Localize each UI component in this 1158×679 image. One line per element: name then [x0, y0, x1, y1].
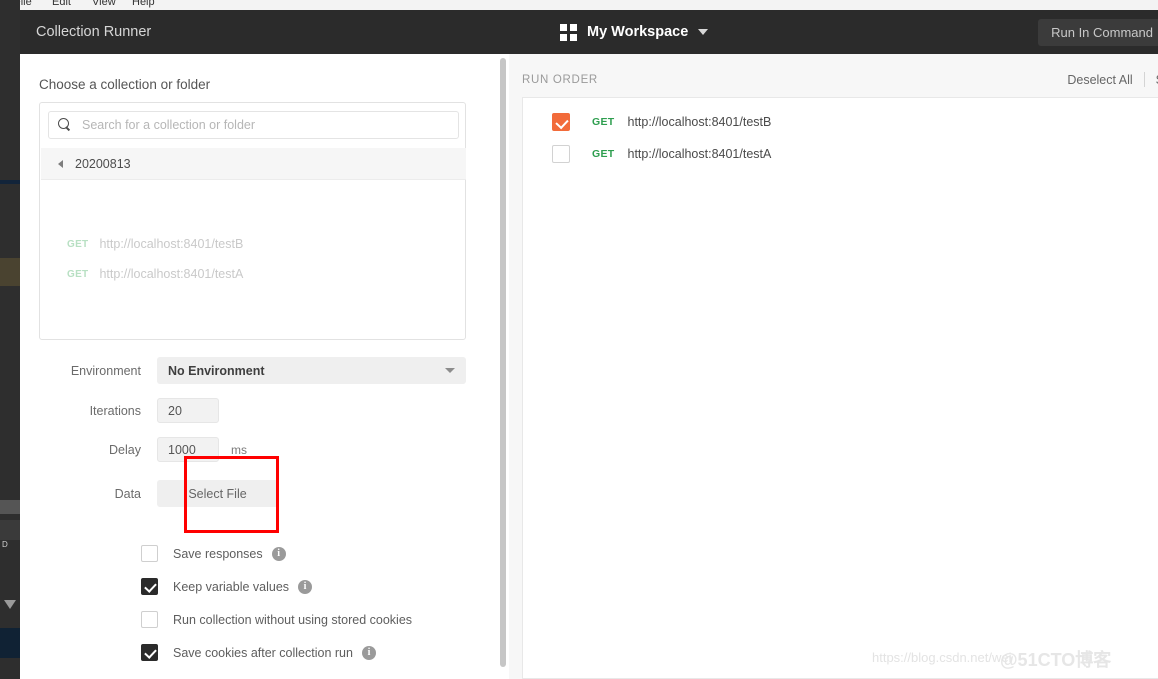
- run-order-list: GET http://localhost:8401/testB GET http…: [522, 97, 1158, 679]
- background-text: D: [2, 540, 8, 549]
- environment-select[interactable]: No Environment: [157, 357, 466, 384]
- grid-icon: [560, 23, 577, 41]
- request-url: http://localhost:8401/testB: [627, 115, 772, 129]
- search-placeholder: Search for a collection or folder: [82, 118, 256, 132]
- right-panel: RUN ORDER Deselect All S GET http://loca…: [509, 54, 1158, 679]
- collection-runner-window: File Edit View Help D Collection Runner …: [0, 0, 1158, 679]
- deselect-all-button[interactable]: Deselect All: [1067, 73, 1132, 87]
- chevron-down-icon: [445, 368, 455, 373]
- iterations-input[interactable]: 20: [157, 398, 219, 423]
- environment-value: No Environment: [168, 363, 265, 378]
- background-band: [0, 258, 20, 286]
- info-icon[interactable]: i: [361, 645, 376, 660]
- chevron-down-icon: [698, 29, 709, 35]
- choose-collection-title: Choose a collection or folder: [39, 77, 211, 92]
- checkbox[interactable]: [141, 644, 158, 661]
- run-order-actions: Deselect All S: [1067, 72, 1158, 87]
- data-row: Data Select File: [39, 480, 479, 507]
- option-run-without-stored-cookies[interactable]: Run collection without using stored cook…: [39, 603, 479, 636]
- checkbox[interactable]: [141, 578, 158, 595]
- environment-label: Environment: [70, 363, 141, 378]
- option-save-cookies-after-run[interactable]: Save cookies after collection run i: [39, 636, 479, 669]
- delay-input[interactable]: 1000: [157, 437, 219, 462]
- option-label: Run collection without using stored cook…: [173, 612, 413, 627]
- background-band: [0, 628, 20, 658]
- select-file-button[interactable]: Select File: [157, 480, 278, 507]
- search-input[interactable]: Search for a collection or folder: [48, 111, 459, 139]
- table-row[interactable]: GET http://localhost:8401/testA: [523, 138, 1158, 170]
- background-menu-bar: File Edit View Help: [0, 0, 1158, 10]
- checkbox[interactable]: [141, 545, 158, 562]
- menu-item-edit[interactable]: Edit: [52, 0, 71, 8]
- run-in-command-button[interactable]: Run In Command: [1038, 19, 1158, 46]
- option-keep-variable-values[interactable]: Keep variable values i: [39, 570, 479, 603]
- http-method: GET: [67, 238, 89, 250]
- checkbox[interactable]: [141, 611, 158, 628]
- app-title: Collection Runner: [36, 24, 152, 40]
- title-bar: Collection Runner My Workspace Run In Co…: [20, 10, 1158, 54]
- info-icon[interactable]: i: [271, 546, 286, 561]
- option-label: Keep variable values: [173, 579, 290, 594]
- list-item[interactable]: GET http://localhost:8401/testA: [40, 259, 467, 289]
- http-method: GET: [592, 116, 615, 128]
- http-method: GET: [592, 148, 615, 160]
- run-order-label: RUN ORDER: [522, 74, 598, 86]
- list-item[interactable]: GET http://localhost:8401/testB: [40, 229, 467, 259]
- menu-item-view[interactable]: View: [92, 0, 116, 8]
- background-band: [0, 180, 20, 184]
- workspace-name: My Workspace: [587, 24, 689, 40]
- collection-picker: Search for a collection or folder 202008…: [39, 102, 466, 340]
- request-url: http://localhost:8401/testB: [99, 237, 244, 251]
- background-window-strip: D: [0, 0, 20, 679]
- checkbox[interactable]: [552, 113, 570, 131]
- http-method: GET: [67, 268, 89, 280]
- delay-unit: ms: [231, 442, 247, 457]
- option-save-responses[interactable]: Save responses i: [39, 537, 479, 570]
- request-url: http://localhost:8401/testA: [627, 147, 772, 161]
- triangle-left-icon[interactable]: [58, 159, 63, 168]
- iterations-row: Iterations 20: [39, 398, 479, 423]
- background-triangle-icon: [4, 600, 16, 609]
- runner-options: Save responses i Keep variable values i …: [39, 537, 479, 669]
- option-label: Save cookies after collection run: [173, 645, 353, 660]
- data-label: Data: [114, 486, 141, 501]
- delay-label: Delay: [109, 442, 141, 457]
- table-row[interactable]: GET http://localhost:8401/testB: [523, 106, 1158, 138]
- left-panel: Choose a collection or folder Search for…: [20, 54, 500, 679]
- workspace-selector[interactable]: My Workspace: [560, 10, 709, 54]
- menu-item-help[interactable]: Help: [132, 0, 155, 8]
- collection-name: 20200813: [75, 156, 131, 171]
- iterations-label: Iterations: [89, 403, 141, 418]
- request-url: http://localhost:8401/testA: [99, 267, 244, 281]
- background-band: [0, 520, 20, 540]
- vertical-scrollbar[interactable]: [500, 58, 506, 667]
- collection-request-list: GET http://localhost:8401/testB GET http…: [40, 229, 467, 289]
- info-icon[interactable]: i: [298, 579, 313, 594]
- option-label: Save responses: [173, 546, 263, 561]
- background-band: [0, 500, 20, 514]
- collection-row-20200813[interactable]: 20200813: [41, 148, 466, 180]
- environment-row: Environment No Environment: [39, 357, 479, 384]
- search-icon: [58, 118, 72, 132]
- divider: [1143, 72, 1145, 87]
- checkbox[interactable]: [552, 145, 570, 163]
- runner-settings-form: Environment No Environment Iterations 20…: [39, 357, 479, 533]
- delay-row: Delay 1000 ms: [39, 437, 479, 462]
